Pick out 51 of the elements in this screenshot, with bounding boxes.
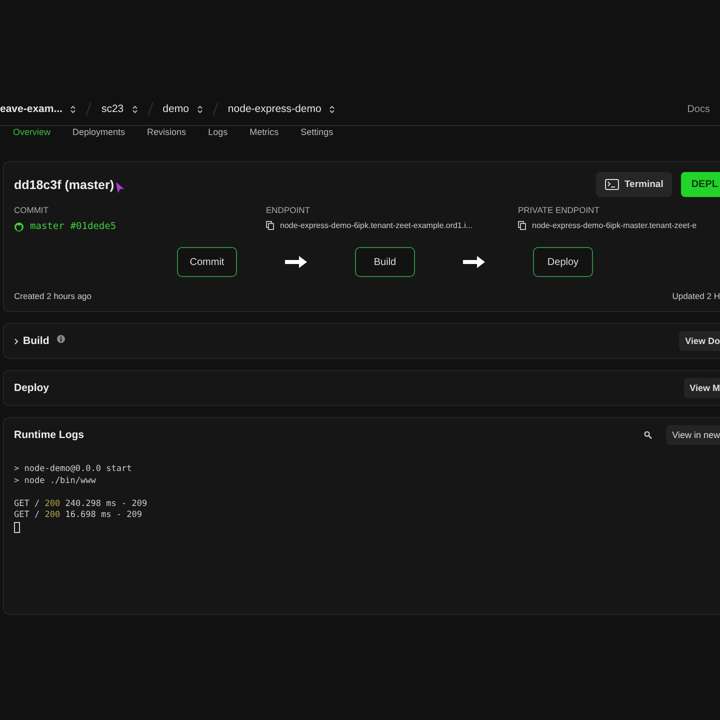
- info-icon[interactable]: [57, 335, 66, 343]
- tab[interactable]: Logs: [208, 126, 228, 138]
- private-endpoint-url[interactable]: node-express-demo-6ipk-master.tenant-zeet-e: [532, 221, 697, 230]
- deploy-button[interactable]: DEPL: [681, 172, 720, 197]
- section-title: Build: [23, 335, 50, 347]
- log-line: GET / 200 240.298 ms - 209: [14, 498, 148, 510]
- github-icon: [14, 222, 24, 232]
- commit-label: COMMIT: [14, 205, 50, 215]
- log-line: > node ./bin/www: [14, 476, 97, 487]
- chevron-right-icon[interactable]: [14, 338, 19, 344]
- private-endpoint-label: PRIVATE ENDPOINT: [518, 205, 600, 215]
- tab[interactable]: Deployments: [72, 126, 126, 138]
- commit-hash[interactable]: #01dede5: [70, 221, 116, 232]
- updated-time: Updated 2 H: [672, 291, 720, 301]
- pipeline-step[interactable]: Build: [355, 247, 415, 277]
- view-in-new-button[interactable]: View in new: [666, 425, 720, 445]
- tab[interactable]: Overview: [13, 126, 51, 138]
- log-line: GET / 200 16.698 ms - 209: [14, 510, 143, 522]
- chevron-updown-icon: [70, 104, 76, 114]
- terminal-icon: [605, 179, 620, 190]
- chevron-updown-icon: [196, 104, 203, 114]
- breadcrumb-item[interactable]: sc23: [101, 103, 124, 115]
- commit-branch[interactable]: master: [30, 221, 64, 232]
- endpoint-url[interactable]: node-express-demo-6ipk.tenant-zeet-example.ord1.i...: [280, 221, 473, 230]
- docs-link[interactable]: Docs: [687, 104, 710, 114]
- search-icon[interactable]: [644, 431, 652, 439]
- endpoint-label: ENDPOINT: [266, 205, 311, 215]
- tab[interactable]: Settings: [300, 126, 334, 138]
- mouse-pointer-icon: [116, 182, 124, 193]
- breadcrumb-item[interactable]: node-express-demo: [228, 103, 322, 115]
- chevron-updown-icon: [329, 104, 336, 114]
- copy-icon[interactable]: [518, 221, 526, 230]
- tab[interactable]: Revisions: [147, 126, 186, 138]
- pipeline-step[interactable]: Commit: [177, 247, 237, 277]
- logs-title: Runtime Logs: [14, 429, 84, 441]
- terminal-button[interactable]: Terminal: [596, 172, 672, 197]
- chevron-updown-icon: [132, 104, 138, 114]
- view-button[interactable]: View M: [684, 378, 720, 398]
- copy-icon[interactable]: [266, 221, 274, 230]
- cursor-icon: [14, 522, 20, 532]
- log-line: > node-demo@0.0.0 start: [14, 464, 133, 476]
- deployment-title: dd18c3f (master): [14, 178, 114, 192]
- section-title: Deploy: [14, 382, 50, 394]
- view-button[interactable]: View Do: [679, 331, 720, 351]
- breadcrumb-item[interactable]: demo: [162, 103, 189, 115]
- pipeline-step[interactable]: Deploy: [533, 247, 593, 277]
- arrow-icon: [463, 256, 485, 268]
- tab[interactable]: Metrics: [250, 126, 279, 138]
- breadcrumb-item[interactable]: eave-exam...: [0, 103, 62, 115]
- arrow-icon: [285, 256, 307, 268]
- created-time: Created 2 hours ago: [14, 291, 92, 301]
